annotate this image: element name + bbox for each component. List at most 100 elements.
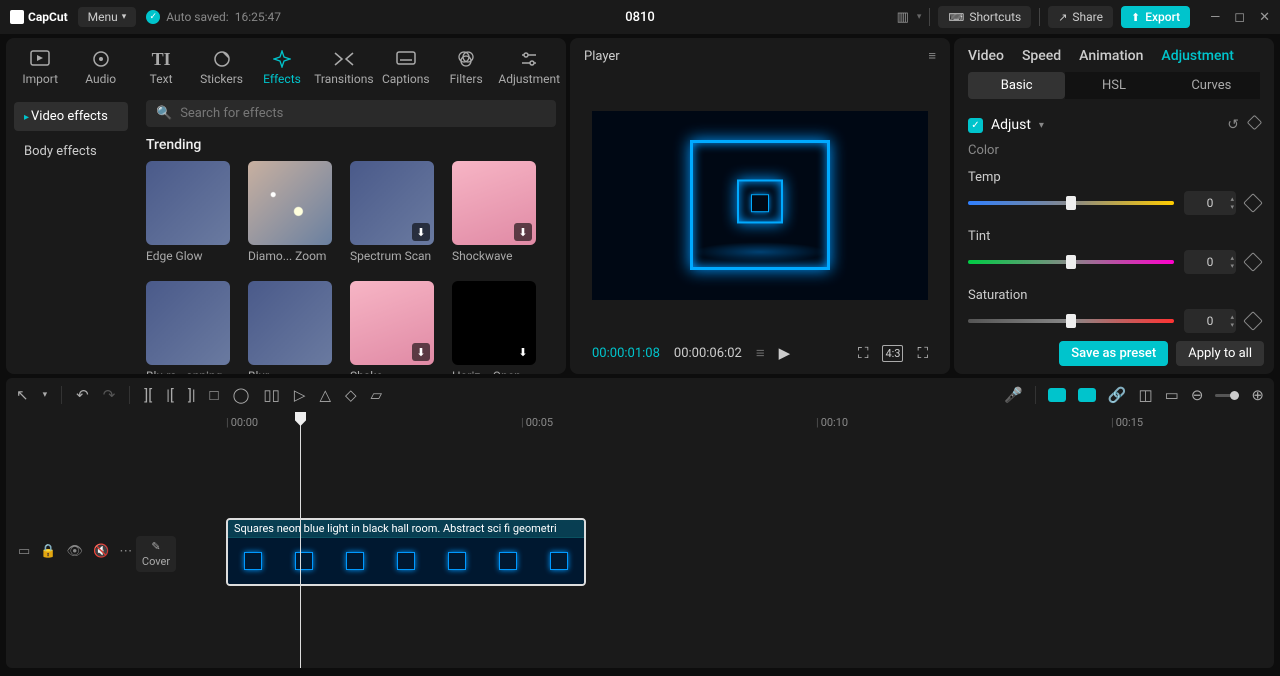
tab-video[interactable]: Video [968,48,1004,64]
ratio-icon[interactable]: 4:3 [882,345,903,362]
chevron-down-icon[interactable]: ▾ [1039,120,1044,131]
list-icon[interactable]: ≡ [756,344,765,362]
select-tool[interactable]: ↖ [16,386,29,404]
tool-1[interactable]: ▯▯ [263,386,280,404]
saturation-value[interactable]: 0▴▾ [1184,309,1236,333]
timeline-toolbar: ↖ ▾ ↶ ↷ ]​[ |[ ]| □ ◯ ▯▯ ▷ △ ◇ ▱ 🎤 🔗 ◫ ▭… [6,378,1274,412]
sidebar-item-body-effects[interactable]: Body effects [14,137,128,166]
select-dropdown[interactable]: ▾ [43,390,48,400]
player-viewport[interactable] [570,74,950,336]
tint-slider[interactable] [968,260,1174,264]
split-right[interactable]: ]| [188,386,196,404]
zoom-in[interactable]: ⊕ [1251,386,1264,404]
mute-icon[interactable]: 🔇 [93,544,109,559]
tool-3[interactable]: ◇ [345,386,357,404]
adjust-checkbox[interactable]: ✓ [968,118,983,133]
split-left[interactable]: |[ [166,386,174,404]
subtab-basic[interactable]: Basic [968,72,1065,99]
search-input[interactable]: 🔍 Search for effects [146,100,556,127]
playhead[interactable] [300,412,301,668]
zoom-out[interactable]: ⊖ [1191,386,1204,404]
share-button[interactable]: ↗Share [1048,6,1113,28]
tab-audio[interactable]: Audio [70,44,130,94]
eye-icon[interactable]: 👁 [66,544,83,559]
export-button[interactable]: ⬆Export [1121,6,1190,28]
play-button[interactable]: ▶ [779,344,791,362]
tab-text[interactable]: TIText [131,44,191,94]
tool-4[interactable]: ▱ [371,386,383,404]
more-icon[interactable]: ⋯ [119,544,132,559]
tab-animation[interactable]: Animation [1079,48,1143,64]
save-preset-button[interactable]: Save as preset [1059,341,1168,366]
saturation-slider[interactable] [968,319,1174,323]
tab-stickers[interactable]: Stickers [191,44,251,94]
tool-5[interactable]: ▭ [1165,386,1179,404]
redo-button[interactable]: ↷ [103,386,116,404]
shortcuts-button[interactable]: ⌨Shortcuts [938,6,1031,28]
effect-horiz-open[interactable]: ⬇Horiz... Open [452,281,536,374]
window-minimize[interactable]: — [1210,10,1220,25]
timeline-tracks[interactable]: |00:00 |00:05 |00:10 |00:15 Squares neon… [176,412,1274,668]
tl-ctrl-1[interactable]: ▭ [18,544,30,559]
reset-icon[interactable]: ↺ [1227,117,1239,133]
effect-bluray-scanning[interactable]: Blu-ra...anning [146,281,230,374]
download-icon[interactable]: ⬇ [514,223,532,241]
window-close[interactable]: ✕ [1259,10,1270,25]
sidebar-item-video-effects[interactable]: ▸Video effects [14,102,128,131]
menu-button[interactable]: Menu▾ [78,7,137,27]
effect-edge-glow[interactable]: Edge Glow [146,161,230,263]
temp-value[interactable]: 0▴▾ [1184,191,1236,215]
apply-all-button[interactable]: Apply to all [1176,341,1264,366]
effect-shake[interactable]: ⬇Shake [350,281,434,374]
temp-slider[interactable] [968,201,1174,205]
tab-filters[interactable]: Filters [436,44,496,94]
tab-adjustment-right[interactable]: Adjustment [1161,48,1234,64]
keyframe-icon[interactable] [1243,252,1263,272]
download-icon[interactable]: ⬇ [412,343,430,361]
keyframe-icon[interactable] [1243,193,1263,213]
window-maximize[interactable]: ◻ [1234,10,1245,25]
keyframe-icon[interactable] [1247,115,1263,131]
layout-icon[interactable]: ▥ [897,10,909,25]
magnet-toggle[interactable] [1048,388,1066,402]
split-tool[interactable]: ]​[ [144,386,152,404]
search-icon: 🔍 [156,106,172,121]
current-time: 00:00:01:08 [592,346,660,361]
snap-toggle[interactable] [1078,388,1096,402]
download-icon[interactable]: ⬇ [514,343,532,361]
tool-2[interactable]: ▷ [294,386,306,404]
effect-blur[interactable]: Blur [248,281,332,374]
lock-icon[interactable]: 🔒 [40,544,56,559]
tab-captions[interactable]: Captions [376,44,436,94]
player-menu-icon[interactable]: ≡ [928,48,936,64]
pencil-icon: ✎ [151,540,160,553]
cover-button[interactable]: ✎ Cover [136,536,176,572]
keyframe-icon[interactable] [1243,311,1263,331]
crop-tool[interactable]: □ [210,386,219,404]
subtab-curves[interactable]: Curves [1163,72,1260,99]
tint-value[interactable]: 0▴▾ [1184,250,1236,274]
clip-title: Squares neon blue light in black hall ro… [228,520,584,537]
mirror-tool[interactable]: △ [319,386,331,404]
tab-transitions[interactable]: Transitions [312,44,375,94]
fullscreen-icon[interactable]: ⛶ [917,344,928,362]
video-clip[interactable]: Squares neon blue light in black hall ro… [226,518,586,586]
tab-speed[interactable]: Speed [1022,48,1061,64]
align-icon[interactable]: ◫ [1138,386,1152,404]
link-icon[interactable]: 🔗 [1108,386,1127,404]
focus-icon[interactable]: ⛶ [858,344,869,362]
mic-icon[interactable]: 🎤 [1004,386,1023,404]
tab-effects[interactable]: Effects [252,44,312,94]
effect-spectrum-scan[interactable]: ⬇Spectrum Scan [350,161,434,263]
tab-adjustment[interactable]: Adjustment [496,44,562,94]
effect-diamond-zoom[interactable]: Diamo... Zoom [248,161,332,263]
timeline-ruler[interactable]: |00:00 |00:05 |00:10 |00:15 [176,412,1274,436]
zoom-slider[interactable] [1215,394,1239,397]
download-icon[interactable]: ⬇ [412,223,430,241]
undo-button[interactable]: ↶ [76,386,89,404]
effect-shockwave[interactable]: ⬇Shockwave [452,161,536,263]
subtab-hsl[interactable]: HSL [1065,72,1162,99]
marker-tool[interactable]: ◯ [233,386,250,404]
tab-import[interactable]: Import [10,44,70,94]
adjust-label: Adjust [991,117,1031,133]
